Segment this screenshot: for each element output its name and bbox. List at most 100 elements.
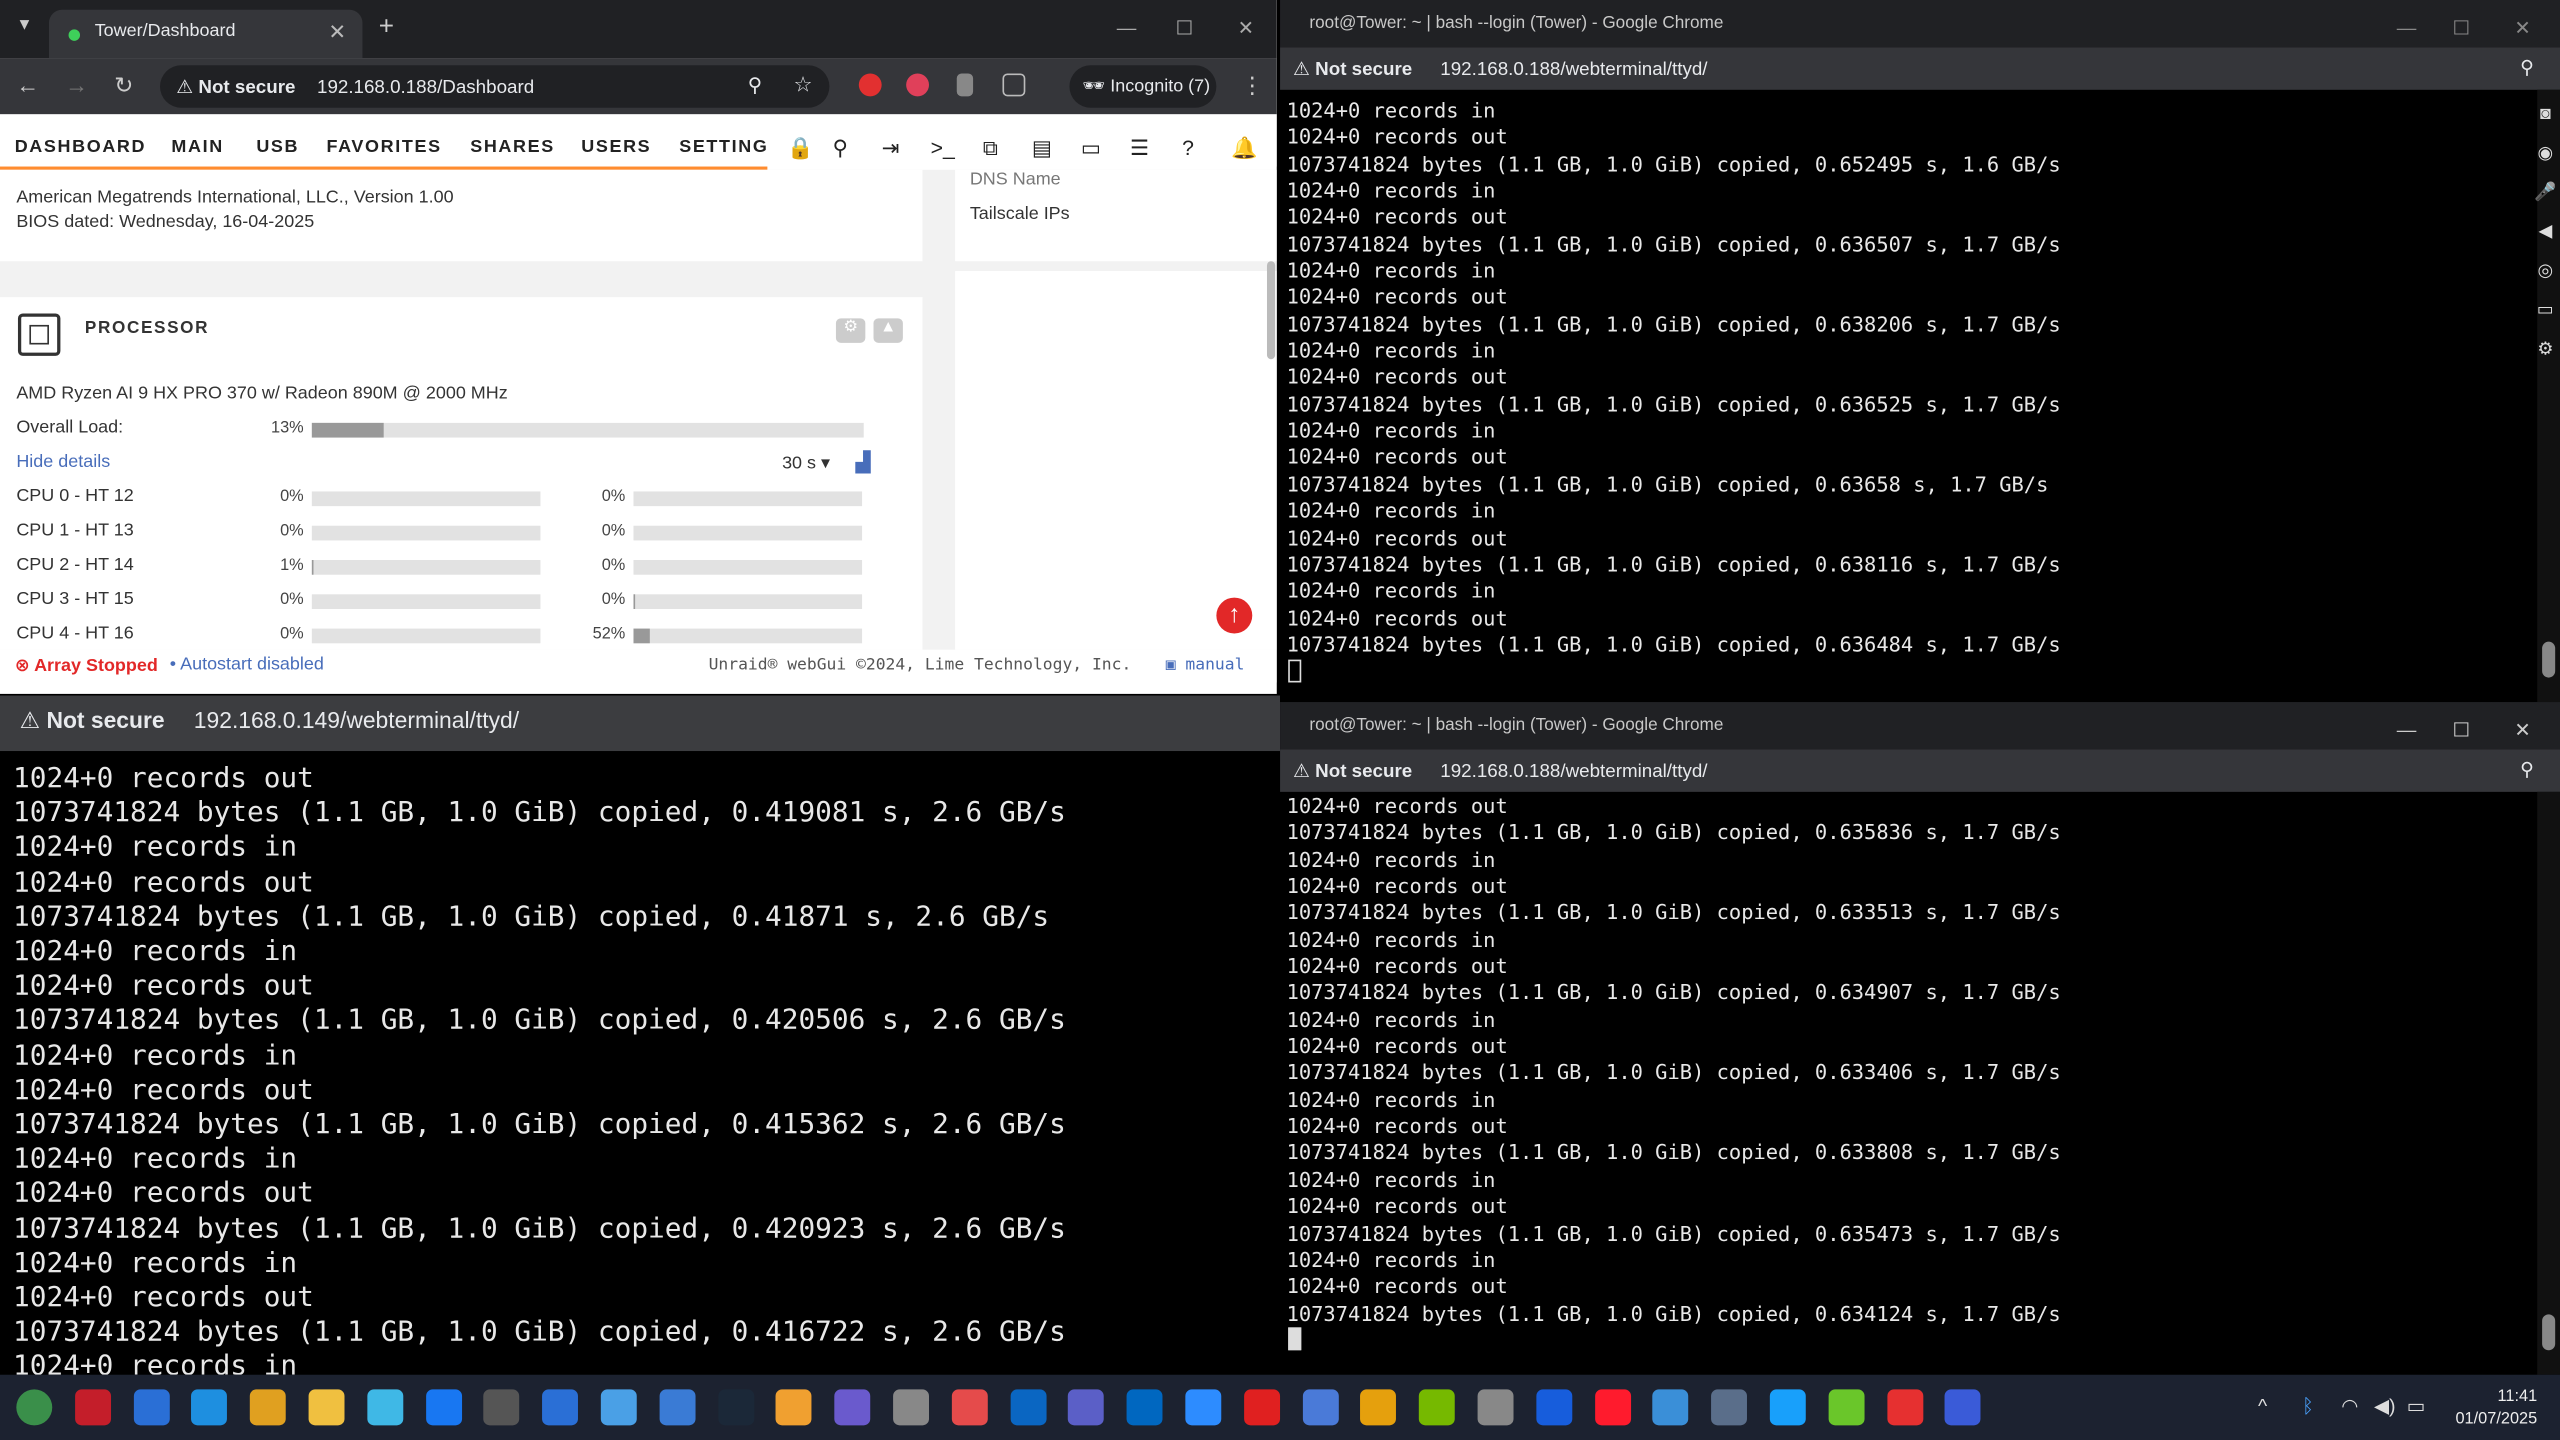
nav-dashboard[interactable]: DASHBOARD (15, 137, 146, 157)
address-bar[interactable]: ⚠ Not secure 192.168.0.188/webterminal/t… (1280, 749, 2560, 792)
file-explorer-icon[interactable] (308, 1389, 345, 1426)
speaker-icon[interactable]: ◀ (2534, 212, 2557, 251)
not-secure-badge[interactable]: ⚠ Not secure (1293, 762, 1412, 782)
nav-users[interactable]: USERS (581, 137, 651, 157)
pdf-icon[interactable] (1886, 1389, 1923, 1426)
hide-details-link[interactable]: Hide details (16, 452, 110, 472)
page-scrollbar[interactable] (1266, 261, 1276, 360)
terminal-output[interactable]: 1024+0 records out 1073741824 bytes (1.1 … (1287, 793, 2061, 1327)
nvidia-icon[interactable] (1419, 1389, 1456, 1426)
log-icon[interactable]: ☰ (1130, 136, 1149, 162)
extension-download-icon[interactable] (956, 73, 974, 97)
minimize-icon[interactable]: — (2397, 16, 2417, 39)
monitor-icon[interactable]: ▭ (1081, 136, 1101, 162)
gear-icon[interactable]: ⚙ (2534, 330, 2557, 369)
tab-search-icon[interactable]: ▼ (16, 16, 32, 34)
onedrive-icon[interactable] (1009, 1389, 1046, 1426)
address-bar[interactable]: ⚠ Not secure 192.168.0.188/webterminal/t… (1280, 47, 2560, 90)
window-icon[interactable]: ▭ (2534, 291, 2557, 330)
terminal-output[interactable]: 1024+0 records in 1024+0 records out 10737… (1287, 98, 2061, 658)
extension-red-icon[interactable] (858, 73, 882, 97)
nav-favorites[interactable]: FAVORITES (327, 137, 442, 157)
tab-dashboard[interactable]: Tower/Dashboard ✕ (48, 9, 363, 59)
u-app-icon[interactable] (1126, 1389, 1163, 1426)
feedback-icon[interactable]: ▤ (1032, 136, 1052, 162)
zoom-icon[interactable]: ⚲ (748, 73, 762, 96)
remote-icon[interactable] (600, 1389, 637, 1426)
not-secure-badge[interactable]: ⚠ Not secure (1293, 60, 1412, 80)
edge-icon[interactable] (191, 1389, 228, 1426)
battery-icon[interactable]: ▭ (2407, 1394, 2426, 1417)
autostart-status[interactable]: • Autostart disabled (170, 655, 324, 675)
extension-abp-icon[interactable] (906, 73, 930, 97)
clock[interactable]: 11:41 01/07/2025 (2455, 1386, 2537, 1432)
calendar-icon[interactable] (951, 1389, 988, 1426)
terminal-icon[interactable] (483, 1389, 520, 1426)
maximize-icon[interactable]: ☐ (2452, 16, 2470, 39)
volume-icon[interactable]: ◀) (2374, 1394, 2396, 1417)
terminal-output[interactable]: 1024+0 records out 1073741824 bytes (1.1 … (13, 762, 1066, 1374)
manual-link[interactable]: ▣ manual (1166, 656, 1245, 674)
close-icon[interactable]: ✕ (1238, 16, 1254, 39)
opera-gx-icon[interactable] (74, 1389, 111, 1426)
maximize-icon[interactable]: ☐ (2452, 718, 2470, 741)
lock-icon[interactable]: 🔒 (787, 136, 813, 162)
interval-select[interactable]: 30 s ▾ (782, 452, 830, 474)
nav-shares[interactable]: SHARES (470, 137, 555, 157)
chart-icon[interactable]: ▟ (856, 451, 871, 474)
target-icon[interactable]: ◎ (2534, 251, 2557, 290)
settings-gear-icon[interactable]: ⚙ (835, 318, 866, 343)
minecraft-icon[interactable] (1828, 1389, 1865, 1426)
nav-main[interactable]: MAIN (171, 137, 223, 157)
store-icon[interactable] (542, 1389, 579, 1426)
close-icon[interactable]: ✕ (2514, 718, 2530, 741)
mic-icon[interactable]: 🎤 (2534, 173, 2557, 212)
minimize-icon[interactable]: — (2397, 718, 2417, 741)
nav-usb[interactable]: USB (256, 137, 299, 157)
tray-overflow-icon[interactable]: ^ (2258, 1394, 2267, 1417)
sync-icon[interactable] (893, 1389, 930, 1426)
usb-icon[interactable] (1477, 1389, 1514, 1426)
remote-app-icon[interactable] (1945, 1389, 1982, 1426)
menu-dots-icon[interactable]: ⋮ (1241, 72, 1264, 100)
new-tab-icon[interactable]: + (379, 13, 394, 42)
scroll-top-icon[interactable]: ↑ (1216, 597, 1253, 634)
zoom-icon[interactable] (1185, 1389, 1222, 1426)
steam-icon[interactable] (717, 1389, 754, 1426)
zoom-icon[interactable]: ⚲ (2520, 758, 2534, 781)
teams-icon[interactable] (1068, 1389, 1105, 1426)
terminal-scrollbar[interactable] (2537, 791, 2560, 1375)
notes-icon[interactable] (776, 1389, 813, 1426)
help-icon[interactable]: ? (1182, 136, 1194, 160)
media-icon[interactable] (133, 1389, 170, 1426)
bitwarden-icon[interactable] (1536, 1389, 1572, 1426)
search-icon[interactable] (367, 1389, 403, 1426)
teamviewer-icon[interactable] (425, 1389, 462, 1426)
record-icon[interactable]: ◉ (2534, 134, 2557, 173)
virtualbox-icon[interactable] (834, 1389, 871, 1426)
chrome-icon[interactable] (250, 1389, 287, 1426)
start-icon[interactable] (16, 1389, 53, 1426)
opera-icon[interactable] (1594, 1389, 1631, 1426)
notifications-icon[interactable]: 🔔 (1231, 136, 1257, 162)
not-secure-badge[interactable]: ⚠ Not secure (20, 707, 165, 733)
reload-icon[interactable]: ↻ (114, 72, 133, 100)
record-icon[interactable] (1243, 1389, 1280, 1426)
collapse-icon[interactable]: ▲ (873, 318, 903, 343)
maximize-icon[interactable]: ☐ (1176, 16, 1194, 39)
plex-icon[interactable] (1360, 1389, 1397, 1426)
camera-icon[interactable]: ◙ (2534, 95, 2557, 134)
minimize-icon[interactable]: — (1117, 16, 1137, 39)
monitor-icon[interactable] (1652, 1389, 1689, 1426)
calculator-icon[interactable] (1711, 1389, 1748, 1426)
close-icon[interactable]: ✕ (2514, 16, 2530, 39)
zoom-icon[interactable]: ⚲ (2520, 56, 2534, 79)
logout-icon[interactable]: ⇥ (882, 136, 900, 162)
forward-icon[interactable]: → (65, 72, 88, 98)
numbers-icon[interactable] (1769, 1389, 1806, 1426)
bookmark-star-icon[interactable]: ☆ (793, 72, 812, 98)
address-bar[interactable]: ⚠ Not secure 192.168.0.188/Dashboard ⚲ ☆ (160, 65, 830, 108)
address-bar[interactable]: ⚠ Not secure 192.168.0.149/webterminal/t… (0, 695, 1281, 752)
search-icon[interactable]: ⚲ (833, 136, 849, 162)
photos-icon[interactable] (659, 1389, 696, 1426)
